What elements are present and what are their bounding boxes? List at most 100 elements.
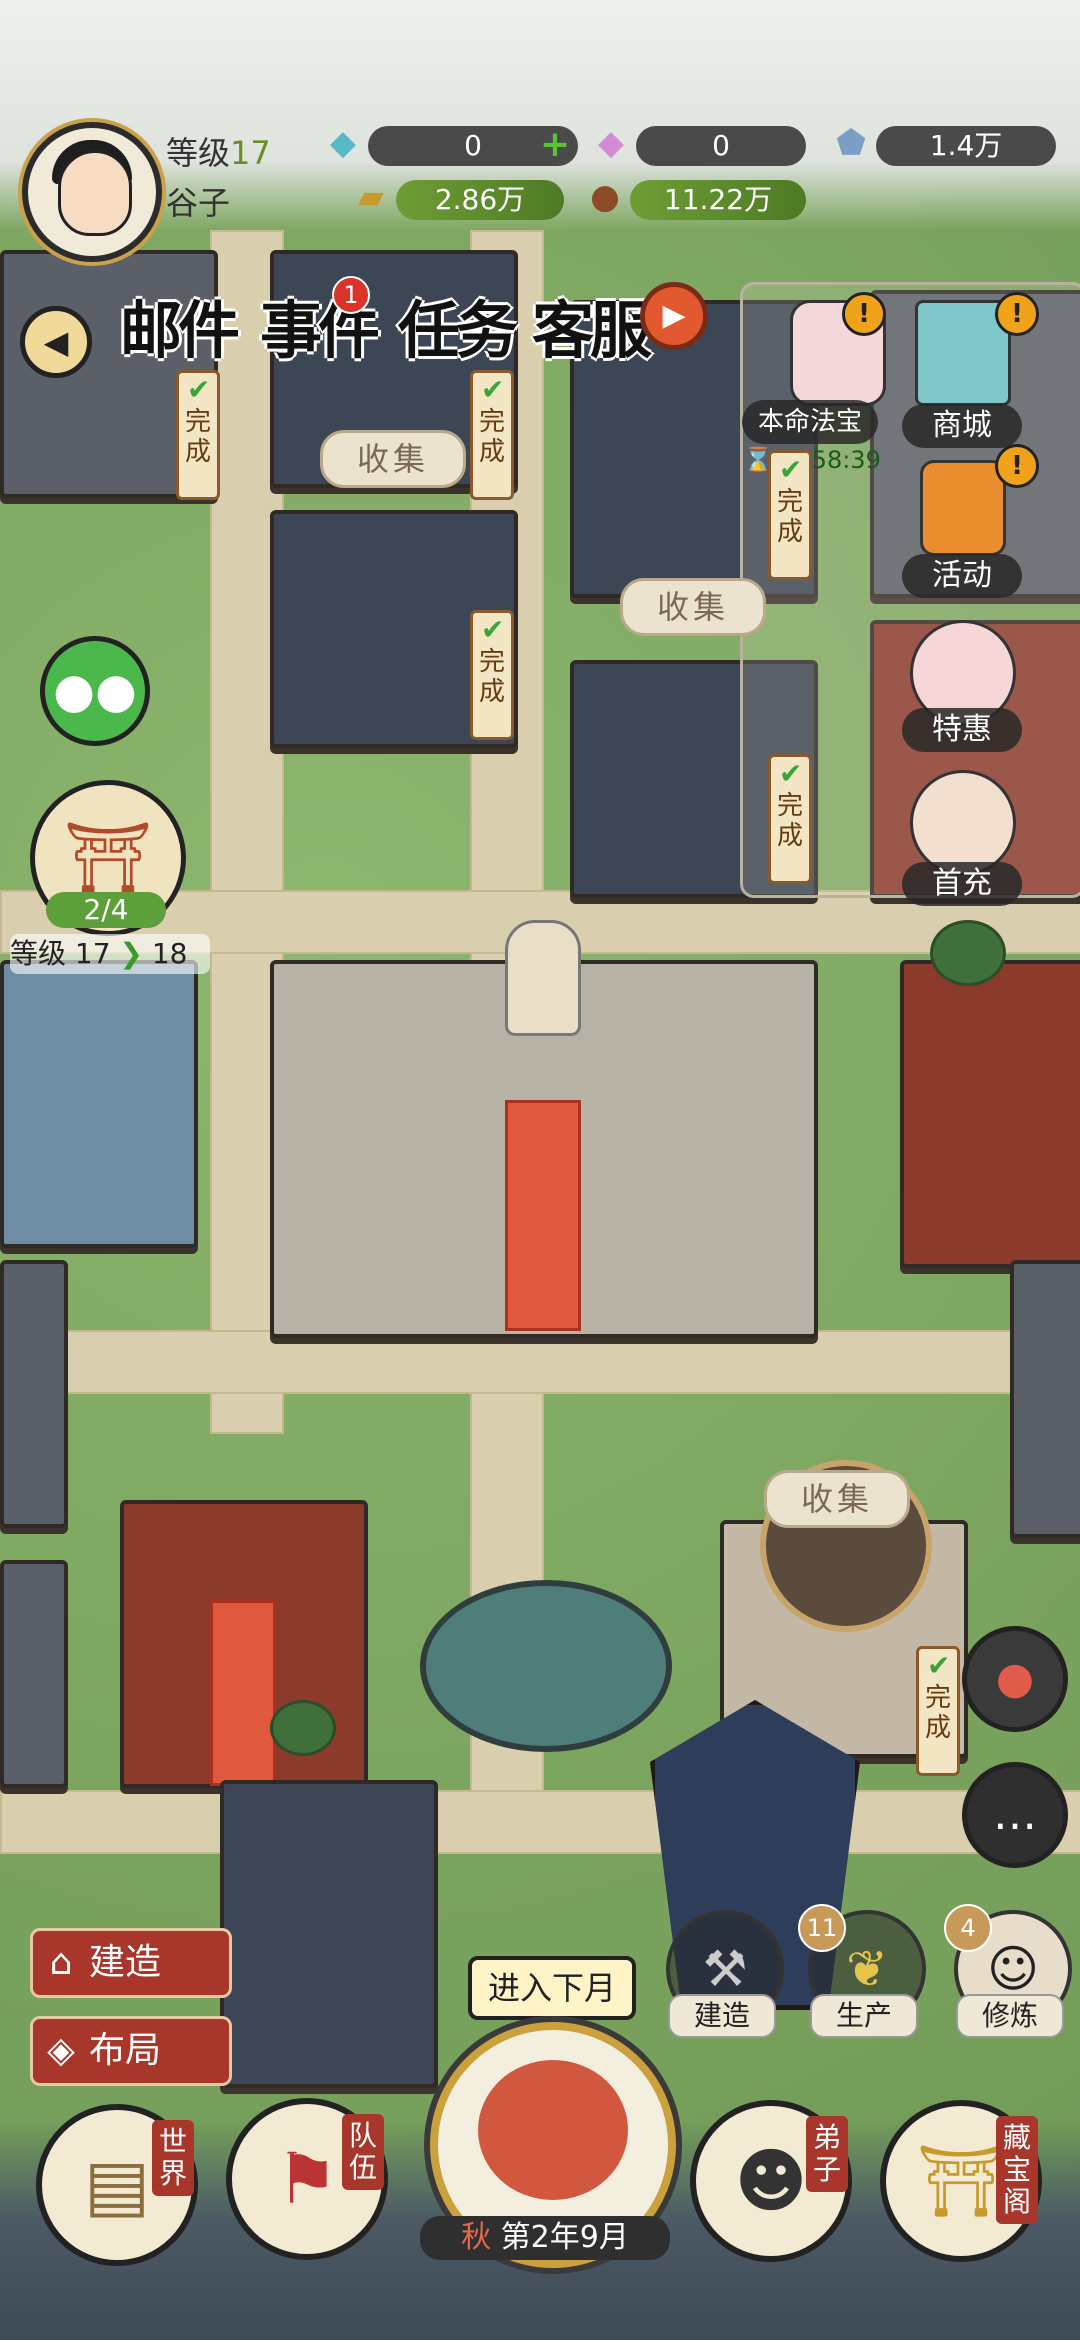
check-icon: ✔ xyxy=(481,373,505,406)
gem-pink-counter[interactable]: 0 xyxy=(636,126,806,166)
level-value: 17 xyxy=(230,134,271,172)
gift-icon: ● xyxy=(995,1653,1035,1704)
grid-icon: ◈ xyxy=(47,2030,75,2071)
player-level: 等级17 xyxy=(166,128,271,174)
next-month-button[interactable]: 进入下月 xyxy=(468,1956,636,2020)
building[interactable] xyxy=(0,1260,68,1528)
cultivate-badge: 4 xyxy=(944,1904,992,1952)
check-icon: ✔ xyxy=(779,453,803,486)
player-avatar[interactable] xyxy=(22,122,162,262)
build-small-label: 建造 xyxy=(668,1994,776,2038)
check-icon: ✔ xyxy=(187,373,211,406)
level-label: 等级 xyxy=(166,134,231,172)
build-button[interactable]: ⌂ 建造 xyxy=(30,1928,232,1998)
done-tag[interactable]: ✔ 完成 xyxy=(470,610,514,740)
disciple-label: 弟子 xyxy=(806,2116,848,2192)
mail-button[interactable]: 邮件 xyxy=(120,280,240,370)
done-label: 完成 xyxy=(924,1683,951,1743)
treasure-alert: ! xyxy=(842,292,886,336)
done-label: 完成 xyxy=(184,407,211,467)
collapse-left-button[interactable]: ◀ xyxy=(20,306,92,378)
event-badge: 1 xyxy=(332,276,370,314)
done-label: 完成 xyxy=(478,647,505,707)
chevron-left-icon: ◀ xyxy=(43,323,69,361)
chat-button[interactable]: … xyxy=(962,1762,1068,1868)
shop-alert: ! xyxy=(995,292,1039,336)
done-tag[interactable]: ✔ 完成 xyxy=(768,754,812,884)
check-icon: ✔ xyxy=(779,757,803,790)
building-progress: 2/4 xyxy=(46,892,166,928)
layout-label: 布局 xyxy=(89,2030,162,2071)
plus-icon[interactable]: + xyxy=(540,126,570,164)
collect-button[interactable]: 收集 xyxy=(620,578,766,636)
teleport-platform[interactable] xyxy=(420,1580,672,1752)
produce-label: 生产 xyxy=(810,1994,918,2038)
season-label: 秋 xyxy=(461,2220,492,2255)
building[interactable] xyxy=(0,1560,68,1788)
discount-label: 特惠 xyxy=(902,708,1022,752)
first-charge-icon[interactable] xyxy=(910,770,1016,876)
first-charge-label: 首充 xyxy=(902,862,1022,906)
done-tag[interactable]: ✔ 完成 xyxy=(916,1646,960,1776)
maple-tree-icon xyxy=(478,2060,628,2200)
building[interactable] xyxy=(900,960,1080,1268)
gem-blue-counter[interactable]: 0 + xyxy=(368,126,578,166)
check-icon: ✔ xyxy=(927,1649,951,1682)
gem-blue-value: 0 xyxy=(464,129,482,162)
red-carpet xyxy=(210,1600,276,1786)
check-icon: ✔ xyxy=(481,613,505,646)
stone-path xyxy=(0,1790,1080,1854)
activity-icon[interactable] xyxy=(920,460,1006,556)
collect-button[interactable]: 收集 xyxy=(320,430,466,488)
wood-counter[interactable]: 11.22万 xyxy=(630,180,806,220)
gem-blue-icon: ◆ xyxy=(329,123,357,163)
upgrade-level-from: 17 xyxy=(74,937,111,970)
build-label: 建造 xyxy=(89,1942,162,1983)
gem-pink-icon: ◆ xyxy=(597,123,625,163)
done-label: 完成 xyxy=(776,791,803,851)
crystal-icon: ⬟ xyxy=(836,123,866,163)
tree xyxy=(930,920,1006,986)
crystal-counter[interactable]: 1.4万 xyxy=(876,126,1056,166)
wood-icon: ● xyxy=(590,177,620,217)
task-button[interactable]: 任务 xyxy=(398,280,518,370)
expand-right-button[interactable]: ▶ xyxy=(640,282,708,350)
level-upgrade: 等级 17 ❯ 18 xyxy=(10,934,210,974)
red-carpet xyxy=(505,1100,581,1331)
tree xyxy=(270,1700,336,1756)
gold-icon: ▰ xyxy=(357,177,385,217)
palace-icon: ⛩ xyxy=(63,817,153,899)
wechat-button[interactable]: ●● xyxy=(40,636,150,746)
gift-button[interactable]: ● xyxy=(962,1626,1068,1732)
cultivate-label: 修炼 xyxy=(956,1994,1064,2038)
activity-alert: ! xyxy=(995,444,1039,488)
world-label: 世界 xyxy=(152,2120,194,2196)
collect-button[interactable]: 收集 xyxy=(764,1470,910,1528)
sword-shrine[interactable] xyxy=(220,1780,438,2088)
stone-path xyxy=(0,1330,1080,1394)
done-tag[interactable]: ✔ 完成 xyxy=(768,450,812,580)
done-tag[interactable]: ✔ 完成 xyxy=(470,370,514,500)
done-tag[interactable]: ✔ 完成 xyxy=(176,370,220,500)
treasure-label: 本命法宝 xyxy=(742,400,878,444)
avatar-face xyxy=(58,150,132,236)
building[interactable] xyxy=(1010,1260,1080,1538)
chat-bubbles-icon: ●● xyxy=(53,663,137,719)
house-icon: ⌂ xyxy=(49,1942,73,1983)
layout-button[interactable]: ◈ 布局 xyxy=(30,2016,232,2086)
upgrade-level-label: 等级 xyxy=(10,937,67,970)
treasure-timer: ⌛10:58:39 xyxy=(742,446,882,476)
date-display: 秋 第2年9月 xyxy=(420,2216,670,2260)
activity-label: 活动 xyxy=(902,554,1022,598)
chat-icon: … xyxy=(993,1789,1037,1840)
treasure-pavilion-label: 藏宝阁 xyxy=(996,2116,1038,2224)
upgrade-level-to: 18 xyxy=(151,937,188,970)
building[interactable] xyxy=(0,960,198,1248)
done-label: 完成 xyxy=(776,487,803,547)
customer-service-button[interactable]: 客服 xyxy=(532,280,652,370)
done-label: 完成 xyxy=(478,407,505,467)
gold-counter[interactable]: 2.86万 xyxy=(396,180,564,220)
statue xyxy=(505,920,581,1036)
arrow-right-icon: ❯ xyxy=(110,937,152,970)
produce-badge: 11 xyxy=(798,1904,846,1952)
